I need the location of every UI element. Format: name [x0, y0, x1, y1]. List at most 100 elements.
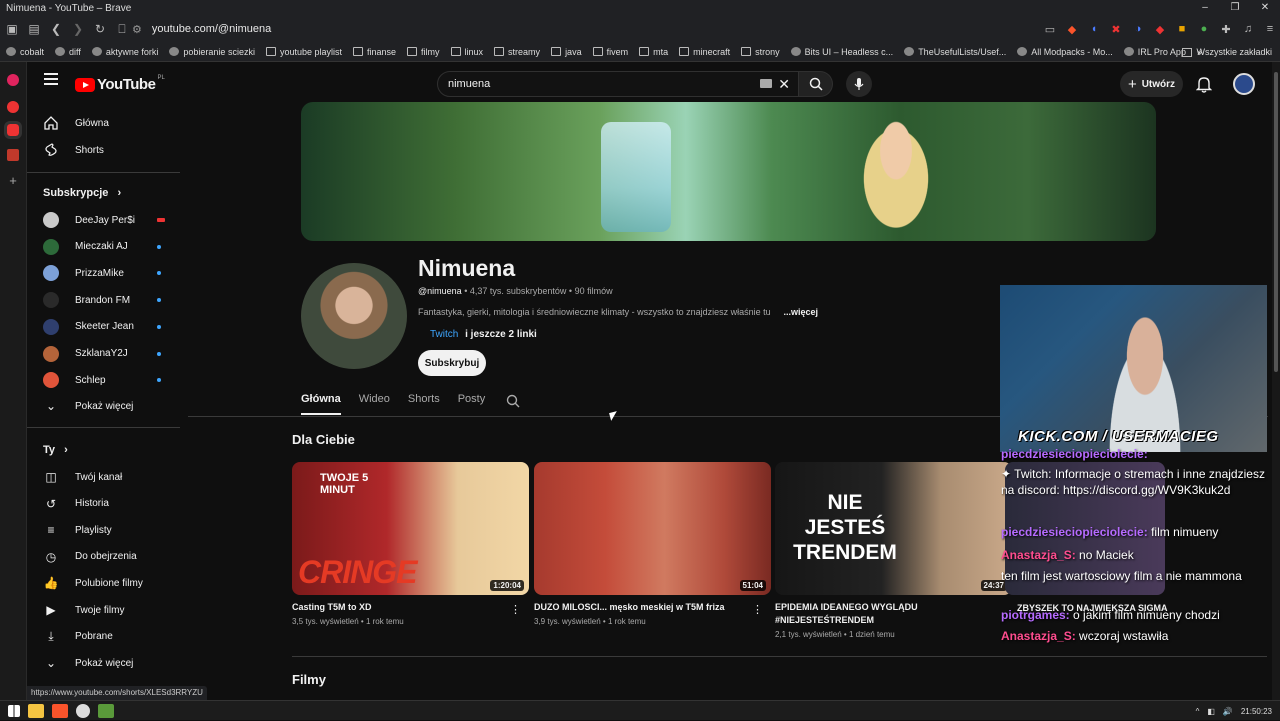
tab-shorts[interactable]: Shorts	[408, 393, 440, 415]
page-scrollbar[interactable]	[1272, 62, 1280, 700]
bookmark-item[interactable]: java	[551, 47, 582, 57]
channel-description[interactable]: Fantastyka, gierki, mitologia i średniow…	[418, 307, 818, 317]
sidebar-app-icon[interactable]	[4, 121, 22, 139]
bookmark-item[interactable]: linux	[450, 47, 483, 57]
guide-item-you[interactable]: 👍 Polubione filmy	[43, 573, 143, 593]
more-actions-icon[interactable]: ⋮	[510, 603, 521, 616]
bookmark-item[interactable]: finanse	[353, 47, 396, 57]
extension-icon[interactable]: ■	[1172, 19, 1192, 39]
subscription-item[interactable]: SzklanaY2J	[43, 344, 128, 364]
bookmark-item[interactable]: strony	[741, 47, 780, 57]
guide-item-you[interactable]: ▶ Twoje filmy	[43, 600, 124, 620]
chevron-up-icon[interactable]: ^	[1196, 707, 1200, 716]
guide-item-you[interactable]: ⤓ Pobrane	[43, 627, 112, 647]
sidebar-app-icon[interactable]	[7, 101, 19, 113]
clear-search-icon[interactable]: ✕	[778, 76, 790, 93]
channel-search-button[interactable]	[506, 394, 520, 408]
more-links[interactable]: i jeszcze 2 linki	[465, 329, 537, 340]
music-icon[interactable]: ♫	[1238, 19, 1258, 39]
sidebar-app-icon[interactable]	[7, 149, 19, 161]
start-icon[interactable]	[8, 704, 20, 717]
bookmark-item[interactable]: IRL Pro App	[1123, 47, 1186, 57]
youtube-logo[interactable]: YouTube PL	[75, 75, 165, 93]
more-actions-icon[interactable]: ⋮	[752, 603, 763, 616]
extension-icon[interactable]: ✖	[1106, 19, 1126, 39]
guide-item-you[interactable]: ⌄ Pokaż więcej	[43, 653, 133, 673]
network-icon[interactable]: ◧	[1207, 707, 1215, 716]
search-input[interactable]: nimuena ✕	[437, 71, 799, 97]
video-thumbnail[interactable]: 51:04	[534, 462, 771, 595]
bookmark-item[interactable]: minecraft	[679, 47, 730, 57]
back-button[interactable]: ❮	[46, 19, 66, 39]
scroll-thumb[interactable]	[1274, 72, 1278, 372]
close-window-button[interactable]: ✕	[1250, 0, 1280, 16]
tab-home[interactable]: Główna	[301, 393, 341, 415]
bookmark-icon[interactable]: ⎕	[112, 19, 132, 39]
subscription-item[interactable]: Schlep	[43, 370, 106, 390]
video-title[interactable]: DUZO MILOSCI... męsko meskiej w T5M friz…	[534, 601, 754, 614]
video-card[interactable]: TWOJE 5 MINUT CRINGE 1:20:04 Casting T5M…	[292, 462, 529, 626]
account-avatar[interactable]	[1233, 73, 1255, 95]
extension-icon[interactable]: ●	[1194, 19, 1214, 39]
create-button[interactable]: + Utwórz	[1120, 71, 1183, 97]
bookmark-item[interactable]: youtube playlist	[265, 47, 342, 57]
explorer-icon[interactable]	[28, 703, 44, 718]
subscription-item[interactable]: Skeeter Jean	[43, 317, 134, 337]
minecraft-icon[interactable]	[98, 703, 114, 718]
notifications-button[interactable]	[1196, 75, 1214, 93]
guide-item-shorts[interactable]: Shorts	[43, 140, 104, 160]
speaker-icon[interactable]: 🔊	[1223, 707, 1233, 716]
you-header[interactable]: Ty ›	[43, 444, 68, 456]
guide-show-more[interactable]: ⌄ Pokaż więcej	[43, 396, 133, 416]
video-thumbnail[interactable]: NIE JESTEŚ TRENDEM 24:37	[775, 462, 1012, 595]
video-card[interactable]: NIE JESTEŚ TRENDEM 24:37 EPIDEMIA IDEANE…	[775, 462, 1012, 639]
video-thumbnail[interactable]: TWOJE 5 MINUT CRINGE 1:20:04	[292, 462, 529, 595]
tab-posts[interactable]: Posty	[458, 393, 486, 415]
bookmark-item[interactable]: TheUsefulLists/Usef...	[904, 47, 1006, 57]
reload-button[interactable]: ↻	[90, 19, 110, 39]
sidebar-app-icon[interactable]	[7, 74, 19, 86]
guide-item-you[interactable]: ◫ Twój kanał	[43, 467, 122, 487]
clock[interactable]: 21:50:23	[1241, 707, 1272, 716]
video-title[interactable]: Casting T5M to XD	[292, 601, 512, 614]
subscriptions-header[interactable]: Subskrypcje ›	[43, 187, 121, 199]
subscription-item[interactable]: Mieczaki AJ	[43, 237, 128, 257]
brave-icon[interactable]	[52, 703, 68, 718]
keyboard-icon[interactable]	[760, 79, 772, 88]
puzzle-icon[interactable]: ✚	[1216, 19, 1236, 39]
guide-item-you[interactable]: ◷ Do obejrzenia	[43, 547, 137, 567]
subscribe-button[interactable]: Subskrybuj	[418, 350, 486, 376]
brave-shields-icon[interactable]: ◆	[1062, 19, 1082, 39]
restore-button[interactable]: ❐	[1220, 0, 1250, 16]
search-button[interactable]	[799, 71, 833, 97]
forward-button[interactable]: ❯	[68, 19, 88, 39]
guide-item-you[interactable]: ↺ Historia	[43, 494, 109, 514]
all-bookmarks[interactable]: Wszystkie zakładki	[1182, 42, 1272, 61]
guide-item-you[interactable]: ≡ Playlisty	[43, 520, 111, 540]
subscription-item[interactable]: Brandon FM	[43, 290, 130, 310]
voice-search-button[interactable]	[846, 71, 872, 97]
screen-cast-icon[interactable]: ▭	[1040, 19, 1060, 39]
guide-menu-button[interactable]	[44, 73, 58, 85]
tab-list-icon[interactable]: ▤	[24, 19, 44, 39]
bookmark-item[interactable]: pobieranie sciezki	[169, 47, 255, 57]
extension-icon[interactable]: ◆	[1150, 19, 1170, 39]
address-bar[interactable]: ⚙ youtube.com/@nimuena	[132, 19, 1082, 39]
subscription-item[interactable]: PrizzaMike	[43, 263, 124, 283]
video-card[interactable]: 51:04 DUZO MILOSCI... męsko meskiej w T5…	[534, 462, 771, 626]
bookmark-item[interactable]: All Modpacks - Mo...	[1017, 47, 1113, 57]
bookmark-item[interactable]: aktywne forki	[91, 47, 158, 57]
bookmark-item[interactable]: fivem	[592, 47, 628, 57]
video-title[interactable]: EPIDEMIA IDEANEGO WYGLĄDU #NIEJESTEŚTREN…	[775, 601, 995, 627]
bookmark-item[interactable]: mta	[639, 47, 668, 57]
extension-icon[interactable]: ◖	[1084, 19, 1104, 39]
guide-item-home[interactable]: Główna	[43, 113, 109, 133]
bookmark-item[interactable]: diff	[55, 47, 81, 57]
bookmark-item[interactable]: cobalt	[6, 47, 44, 57]
sidebar-toggle-icon[interactable]: ▣	[2, 19, 22, 39]
tab-videos[interactable]: Wideo	[359, 393, 390, 415]
subscription-item[interactable]: DeeJay Per$i	[43, 210, 135, 230]
menu-icon[interactable]: ≡	[1260, 19, 1280, 39]
bookmark-item[interactable]: filmy	[407, 47, 440, 57]
bookmark-item[interactable]: streamy	[494, 47, 540, 57]
